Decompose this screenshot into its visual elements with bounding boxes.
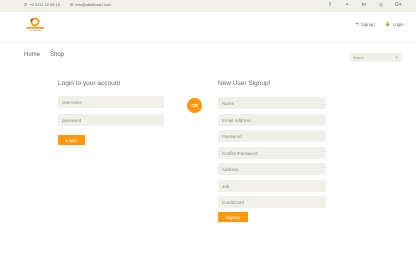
username-placeholder: username [62, 99, 83, 105]
google-plus-icon[interactable]: G+ [395, 2, 402, 8]
address-field[interactable]: Address [218, 163, 326, 175]
envelope-icon: ✉ [70, 2, 74, 7]
login-button[interactable]: Login [58, 135, 85, 145]
signup-password-field[interactable]: Password [218, 130, 326, 142]
signup-button[interactable]: Signup [218, 212, 248, 222]
email-placeholder: Email Address [222, 117, 251, 123]
phone-number: +2 0111 47 68 15 [29, 2, 61, 7]
header-login-link[interactable]: 🔒 Login [385, 21, 404, 27]
name-placeholder: Name [222, 100, 235, 106]
email-address: info@stellicoart.com [75, 2, 112, 7]
search-placeholder: Search [353, 55, 365, 60]
login-title: Login to your account [58, 80, 121, 87]
search-box[interactable]: Search ⚲ [350, 53, 402, 62]
search-icon: ⚲ [395, 55, 398, 60]
phone-contact: ✆ +2 0111 47 68 15 [24, 2, 60, 7]
confirm-password-field[interactable]: ConfirmPassword [218, 147, 326, 159]
dribbble-icon[interactable]: ◎ [378, 2, 384, 8]
phone-icon: ✆ [24, 2, 28, 7]
site-logo[interactable] [24, 16, 46, 32]
username-field[interactable]: username [58, 96, 164, 108]
job-placeholder: Job [222, 183, 230, 189]
job-field[interactable]: Job [218, 180, 326, 192]
header-signup-label: Signup [360, 21, 375, 27]
header-signup-link[interactable]: ➜ Signup [355, 21, 375, 27]
email-field[interactable]: Email Address [218, 114, 326, 126]
confirm-password-placeholder: ConfirmPassword [222, 150, 258, 156]
password-placeholder: password [62, 117, 82, 123]
address-placeholder: Address [222, 166, 239, 172]
linkedin-icon[interactable]: in [361, 2, 367, 8]
header-divider [0, 42, 416, 43]
password-field[interactable]: password [58, 114, 164, 126]
sign-in-icon: ➜ [355, 21, 359, 26]
name-field[interactable]: Name [218, 97, 326, 109]
or-badge: OR [187, 98, 202, 113]
lock-icon: 🔒 [385, 21, 391, 26]
header-login-label: Login [392, 21, 404, 27]
credit-card-field[interactable]: CreditCard [218, 196, 326, 208]
twitter-icon[interactable]: ✦ [344, 2, 350, 8]
credit-card-placeholder: CreditCard [222, 199, 244, 205]
signup-password-placeholder: Password [222, 133, 242, 139]
email-contact: ✉ info@stellicoart.com [70, 2, 111, 7]
social-links: f ✦ in ◎ G+ [327, 2, 402, 8]
nav-home-link[interactable]: Home [24, 52, 40, 58]
nav-shop-link[interactable]: Shop [50, 52, 64, 58]
facebook-icon[interactable]: f [327, 2, 333, 8]
logo-graphic [26, 17, 44, 31]
signup-title: New User Signup! [218, 80, 271, 87]
